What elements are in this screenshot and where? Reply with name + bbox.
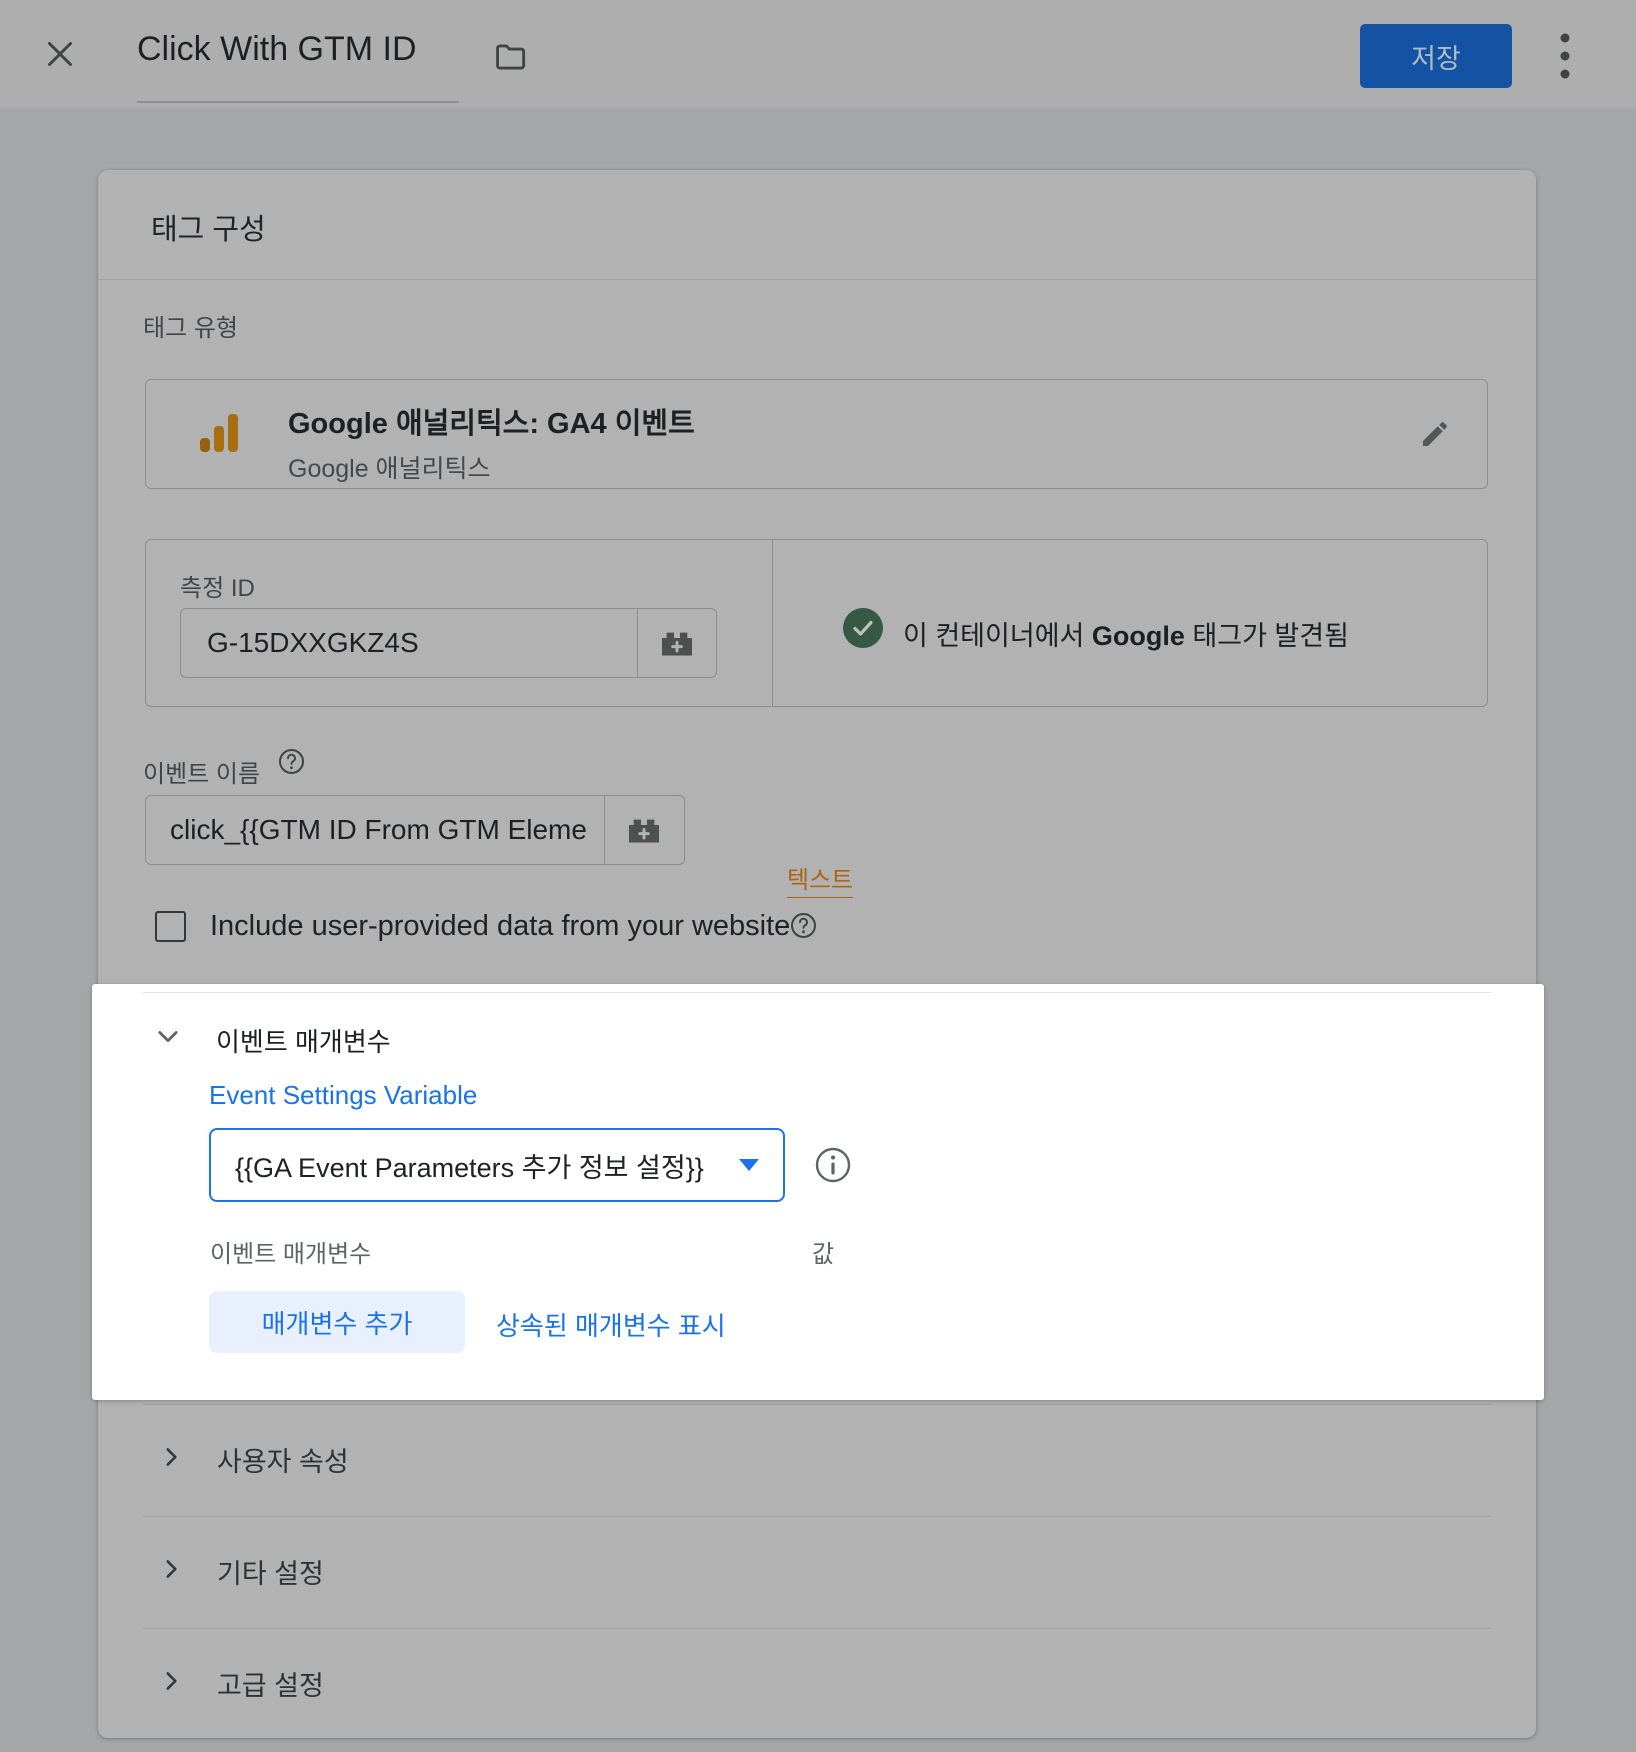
measurement-id-label: 측정 ID bbox=[180, 568, 255, 603]
section-top-divider bbox=[143, 992, 1491, 993]
event-parameters-section: 이벤트 매개변수 Event Settings Variable {{GA Ev… bbox=[92, 984, 1544, 1400]
param-column-label: 이벤트 매개변수 bbox=[210, 1234, 371, 1269]
section-divider bbox=[143, 1404, 1491, 1405]
measurement-id-field: G-15DXXGKZ4S bbox=[180, 608, 717, 678]
gtm-tag-editor-screen: Click With GTM ID 저장 태그 구성 태그 유형 bbox=[0, 0, 1636, 1752]
lego-brick-icon bbox=[624, 810, 664, 850]
measurement-id-box: 측정 ID G-15DXXGKZ4S 이 컨 bbox=[145, 539, 1488, 707]
text-type-toggle-link[interactable]: 텍스트 bbox=[787, 860, 853, 898]
tag-type-box[interactable]: Google 애널리틱스: GA4 이벤트 Google 애널리틱스 bbox=[145, 379, 1488, 489]
close-icon[interactable] bbox=[42, 36, 78, 72]
section-other-settings[interactable]: 기타 설정 bbox=[98, 1522, 1536, 1628]
show-inherited-parameters-link[interactable]: 상속된 매개변수 표시 bbox=[496, 1306, 726, 1343]
field-segment-divider bbox=[637, 609, 638, 677]
chevron-down-icon[interactable] bbox=[154, 1022, 182, 1050]
include-user-data-checkbox[interactable] bbox=[155, 911, 186, 942]
include-user-data-label: Include user-provided data from your web… bbox=[210, 910, 790, 943]
title-underline bbox=[137, 101, 459, 103]
section-advanced-settings[interactable]: 고급 설정 bbox=[98, 1634, 1536, 1740]
dropdown-selected-value: {{GA Event Parameters 추가 정보 설정}} bbox=[235, 1146, 725, 1185]
edit-pencil-icon[interactable] bbox=[1419, 418, 1451, 450]
tag-name-title[interactable]: Click With GTM ID bbox=[137, 30, 417, 69]
event-parameters-header[interactable]: 이벤트 매개변수 bbox=[216, 1022, 391, 1059]
google-analytics-icon bbox=[196, 410, 242, 456]
measurement-id-input[interactable]: G-15DXXGKZ4S bbox=[207, 609, 617, 677]
status-text-prefix: 이 컨테이너에서 bbox=[903, 621, 1092, 651]
section-label: 고급 설정 bbox=[217, 1664, 324, 1703]
section-divider bbox=[143, 1516, 1491, 1517]
tag-type-category: Google 애널리틱스 bbox=[288, 449, 695, 485]
section-label: 사용자 속성 bbox=[217, 1440, 349, 1479]
tag-type-name: Google 애널리틱스: GA4 이벤트 bbox=[288, 400, 695, 442]
more-menu-icon[interactable] bbox=[1552, 28, 1578, 84]
status-text-suffix: 태그가 발견됨 bbox=[1185, 621, 1349, 651]
folder-icon[interactable] bbox=[492, 38, 530, 76]
lego-brick-icon bbox=[657, 623, 697, 663]
save-button[interactable]: 저장 bbox=[1360, 24, 1512, 88]
event-name-input[interactable]: click_{{GTM ID From GTM Eleme bbox=[170, 796, 598, 864]
event-name-label: 이벤트 이름 bbox=[143, 754, 260, 789]
card-header-divider bbox=[98, 279, 1536, 280]
section-divider bbox=[143, 1628, 1491, 1629]
chevron-right-icon bbox=[158, 1444, 184, 1470]
add-parameter-button[interactable]: 매개변수 추가 bbox=[209, 1291, 465, 1353]
card-title: 태그 구성 bbox=[151, 206, 266, 248]
event-name-help-icon[interactable] bbox=[278, 748, 305, 775]
tag-configuration-card: 태그 구성 태그 유형 Google 애널리틱스: GA4 이벤트 Google… bbox=[98, 170, 1536, 1738]
chevron-right-icon bbox=[158, 1668, 184, 1694]
google-tag-found-status: 이 컨테이너에서 Google 태그가 발견됨 bbox=[903, 614, 1349, 653]
google-tag-found-check-icon bbox=[843, 608, 883, 648]
info-icon[interactable] bbox=[814, 1146, 852, 1184]
variable-picker-button[interactable] bbox=[624, 810, 664, 855]
event-settings-variable-label[interactable]: Event Settings Variable bbox=[209, 1080, 477, 1111]
measurement-box-divider bbox=[772, 540, 773, 706]
dropdown-caret-icon bbox=[739, 1159, 759, 1171]
include-user-data-help-icon[interactable] bbox=[790, 912, 817, 939]
section-label: 기타 설정 bbox=[217, 1552, 324, 1591]
event-name-field: click_{{GTM ID From GTM Eleme bbox=[145, 795, 685, 865]
value-column-label: 값 bbox=[812, 1234, 834, 1269]
chevron-right-icon bbox=[158, 1556, 184, 1582]
top-bar: Click With GTM ID 저장 bbox=[0, 0, 1636, 108]
event-settings-variable-dropdown[interactable]: {{GA Event Parameters 추가 정보 설정}} bbox=[209, 1128, 785, 1202]
variable-picker-button[interactable] bbox=[657, 623, 697, 668]
status-text-bold: Google bbox=[1092, 621, 1185, 651]
tag-type-label: 태그 유형 bbox=[143, 308, 238, 343]
section-user-properties[interactable]: 사용자 속성 bbox=[98, 1410, 1536, 1516]
field-segment-divider bbox=[604, 796, 605, 864]
